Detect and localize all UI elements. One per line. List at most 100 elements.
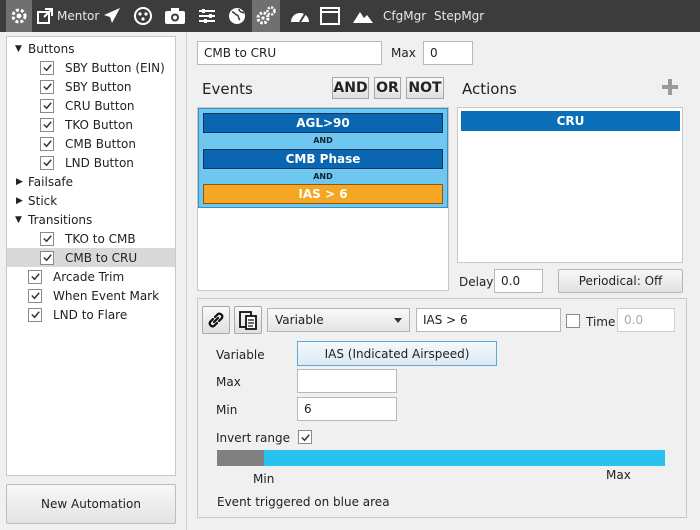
max-label: Max: [391, 46, 416, 60]
range-min-label: Min: [253, 472, 275, 486]
delay-label: Delay: [459, 275, 494, 289]
checkbox-checked[interactable]: [40, 155, 54, 170]
cfgmgr-label[interactable]: CfgMgr: [383, 9, 426, 23]
tree-label: LND to Flare: [53, 307, 128, 322]
mountains-icon[interactable]: [350, 0, 376, 32]
events-list: AGL>90 AND CMB Phase AND IAS > 6: [198, 108, 448, 208]
tree-label: Buttons: [28, 41, 75, 56]
tree-label: When Event Mark: [53, 288, 160, 303]
tree-label: TKO Button: [65, 117, 133, 132]
action-item-cru[interactable]: CRU: [461, 111, 680, 131]
gauge-icon[interactable]: [287, 0, 313, 32]
add-action-icon[interactable]: [660, 77, 680, 97]
tree-label: Failsafe: [28, 174, 74, 189]
time-input[interactable]: 0.0: [617, 308, 675, 332]
camera-icon[interactable]: [162, 0, 188, 32]
stepmgr-label[interactable]: StepMgr: [434, 9, 484, 23]
tree-item-cru-button[interactable]: CRU Button: [7, 96, 175, 115]
event-item-agl[interactable]: AGL>90: [203, 113, 443, 133]
not-button[interactable]: NOT: [406, 77, 444, 99]
time-label: Time: [586, 315, 616, 329]
tree-item-cmb-button[interactable]: CMB Button: [7, 134, 175, 153]
actions-heading: Actions: [462, 80, 517, 98]
max-input[interactable]: 0: [423, 41, 473, 65]
checkbox-checked[interactable]: [40, 231, 54, 246]
tree-group-stick[interactable]: ▶ Stick: [7, 191, 175, 210]
max-value-input[interactable]: [297, 369, 397, 393]
checkbox-checked[interactable]: [40, 117, 54, 132]
checkbox-checked[interactable]: [40, 79, 54, 94]
settings-gear-icon[interactable]: [6, 0, 32, 32]
tree-item-tko-to-cmb[interactable]: TKO to CMB: [7, 229, 175, 248]
tree-item-cmb-to-cru[interactable]: CMB to CRU: [7, 248, 175, 267]
tree-label: TKO to CMB: [65, 231, 136, 246]
paste-icon[interactable]: [234, 306, 262, 334]
and-connector: AND: [313, 172, 333, 181]
dots-circle-icon[interactable]: [131, 0, 155, 32]
or-button[interactable]: OR: [374, 77, 401, 99]
tree-label: CMB Button: [65, 136, 136, 151]
variable-select-button[interactable]: IAS (Indicated Airspeed): [297, 341, 497, 366]
tree-item-tko-button[interactable]: TKO Button: [7, 115, 175, 134]
tree-item-lnd-button[interactable]: LND Button: [7, 153, 175, 172]
top-toolbar: Mentor CfgMgr StepMgr: [0, 0, 700, 32]
checkbox-checked[interactable]: [40, 250, 54, 265]
tree-label: Stick: [28, 193, 58, 208]
event-item-cmb-phase[interactable]: CMB Phase: [203, 149, 443, 169]
tree-label: Arcade Trim: [53, 269, 125, 284]
tree-item-sby-button-ein[interactable]: SBY Button (EIN): [7, 58, 175, 77]
tree-item-lnd-to-flare[interactable]: LND to Flare: [7, 305, 175, 324]
tree-group-failsafe[interactable]: ▶ Failsafe: [7, 172, 175, 191]
tree-group-buttons[interactable]: ▼ Buttons: [7, 39, 175, 58]
airplane-icon[interactable]: [100, 0, 124, 32]
event-item-ias-selected[interactable]: IAS > 6: [203, 184, 443, 204]
range-trigger-bar: [264, 450, 665, 466]
checkbox-checked[interactable]: [40, 136, 54, 151]
sliders-icon[interactable]: [195, 0, 219, 32]
variable-label: Variable: [216, 348, 265, 362]
events-heading: Events: [202, 80, 253, 98]
event-footer-text: Event triggered on blue area: [217, 495, 390, 509]
collapsed-arrow-icon[interactable]: ▶: [16, 177, 23, 187]
range-outside-bar: [217, 450, 264, 466]
tree-label: CRU Button: [65, 98, 135, 113]
gears-icon[interactable]: [252, 0, 280, 32]
mentor-label[interactable]: Mentor: [57, 9, 99, 23]
max-label: Max: [216, 375, 241, 389]
tree-label: SBY Button (EIN): [65, 60, 165, 75]
invert-range-checkbox[interactable]: [298, 430, 312, 444]
tree-label: Transitions: [28, 212, 93, 227]
time-checkbox[interactable]: [566, 314, 580, 328]
min-value-input[interactable]: 6: [297, 397, 397, 421]
checkbox-checked[interactable]: [28, 307, 42, 322]
tree-group-transitions[interactable]: ▼ Transitions: [7, 210, 175, 229]
tree-label: SBY Button: [65, 79, 132, 94]
tree-item-arcade-trim[interactable]: Arcade Trim: [7, 267, 175, 286]
automation-name-input[interactable]: CMB to CRU: [197, 41, 382, 65]
new-automation-button[interactable]: New Automation: [6, 484, 176, 524]
event-type-select[interactable]: Variable: [267, 308, 410, 332]
checkbox-checked[interactable]: [28, 288, 42, 303]
event-name-input[interactable]: IAS > 6: [416, 308, 561, 332]
external-link-icon[interactable]: [35, 0, 55, 32]
event-type-value: Variable: [275, 313, 324, 327]
collapsed-arrow-icon[interactable]: ▶: [16, 196, 23, 206]
checkbox-checked[interactable]: [40, 98, 54, 113]
invert-range-label: Invert range: [216, 431, 290, 445]
and-button[interactable]: AND: [332, 77, 369, 99]
expanded-arrow-icon[interactable]: ▼: [15, 44, 22, 54]
delay-input[interactable]: 0.0: [494, 269, 543, 293]
tree-item-when-event-mark[interactable]: When Event Mark: [7, 286, 175, 305]
and-connector: AND: [313, 136, 333, 145]
link-icon[interactable]: [202, 306, 230, 334]
checkbox-checked[interactable]: [28, 269, 42, 284]
expanded-arrow-icon[interactable]: ▼: [15, 215, 22, 225]
tree-item-sby-button[interactable]: SBY Button: [7, 77, 175, 96]
globe-icon[interactable]: [225, 0, 249, 32]
periodical-button[interactable]: Periodical: Off: [558, 269, 683, 293]
automation-tree: ▼ Buttons SBY Button (EIN) SBY Button CR…: [6, 36, 176, 476]
tree-label: CMB to CRU: [65, 250, 138, 265]
chevron-down-icon: [394, 318, 402, 323]
checkbox-checked[interactable]: [40, 60, 54, 75]
window-icon[interactable]: [318, 0, 342, 32]
